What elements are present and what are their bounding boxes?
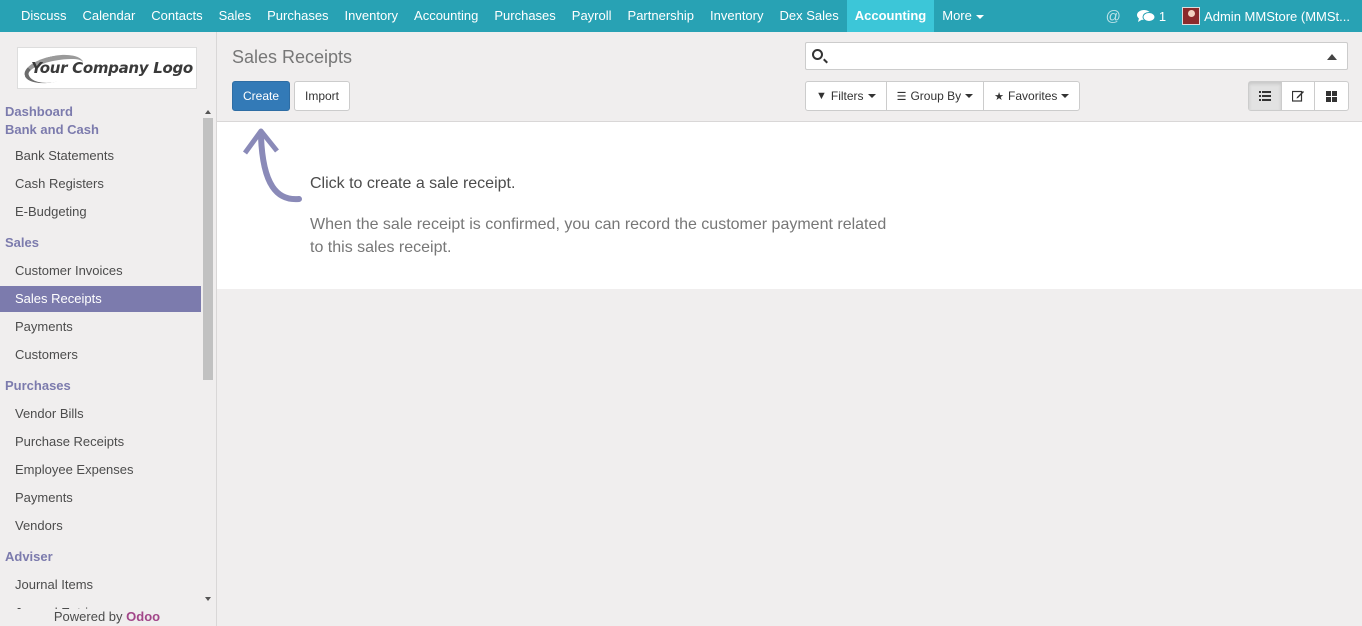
list-view-button[interactable] [1249, 82, 1282, 110]
scroll-down-icon[interactable] [205, 597, 211, 601]
sidebar-item-bank-statements[interactable]: Bank Statements [0, 143, 201, 169]
menu-item-inventory[interactable]: Inventory [702, 0, 771, 32]
sidebar-section-adviser[interactable]: Adviser [0, 542, 201, 570]
odoo-link[interactable]: Odoo [126, 609, 160, 624]
powered-prefix: Powered by [53, 609, 127, 624]
list-icon [1259, 91, 1271, 101]
sidebar-item-customers[interactable]: Customers [0, 342, 201, 368]
sidebar-item-e-budgeting[interactable]: E-Budgeting [0, 199, 201, 225]
filters-label: Filters [830, 89, 864, 103]
sidebar-item-payments[interactable]: Payments [0, 314, 201, 340]
favorites-button[interactable]: ★ Favorites [984, 82, 1079, 110]
chat-bubbles-icon [1136, 10, 1155, 22]
more-menu[interactable]: More [934, 0, 992, 32]
mention-button[interactable]: @ [1098, 0, 1129, 32]
helper-title: Click to create a sale receipt. [310, 175, 516, 192]
sidebar-scrollbar[interactable] [202, 106, 214, 606]
star-icon: ★ [994, 90, 1005, 103]
sidebar-item-purchase-receipts[interactable]: Purchase Receipts [0, 429, 201, 455]
chevron-down-icon [1061, 94, 1070, 98]
search-icon [812, 49, 823, 60]
kanban-view-button[interactable] [1315, 82, 1348, 110]
sidebar-item-customer-invoices[interactable]: Customer Invoices [0, 258, 201, 284]
scroll-up-icon[interactable] [205, 110, 211, 114]
avatar [1182, 7, 1201, 25]
sidebar-item-journal-items[interactable]: Journal Items [0, 572, 201, 598]
menu-item-inventory[interactable]: Inventory [337, 0, 406, 32]
menu-item-calendar[interactable]: Calendar [75, 0, 144, 32]
menu-item-purchases[interactable]: Purchases [486, 0, 563, 32]
app-menu: Discuss Calendar Contacts Sales Purchases Inv… [0, 0, 935, 32]
menu-item-accounting[interactable]: Accounting [406, 0, 486, 32]
systray: @ 1 Admin MMStore (MMSt... [1098, 0, 1362, 32]
sidebar-item-vendors[interactable]: Vendors [0, 513, 201, 539]
top-navbar: Discuss Calendar Contacts Sales Purchases Inv… [0, 0, 1362, 32]
group-by-button[interactable]: ☰ Group By [887, 82, 985, 110]
user-menu[interactable]: Admin MMStore (MMSt... [1174, 0, 1362, 32]
menu-item-accounting[interactable]: Accounting [846, 0, 935, 32]
sidebar-menu: Dashboard Bank and Cash Bank Statements Cas… [0, 104, 201, 626]
helper-body: When the sale receipt is confirmed, you … [310, 216, 887, 256]
sidebar-item-sales-receipts[interactable]: Sales Receipts [0, 286, 201, 312]
menu-item-contacts[interactable]: Contacts [143, 0, 210, 32]
message-count: 1 [1158, 8, 1167, 24]
sidebar-section-purchases[interactable]: Purchases [0, 371, 201, 399]
edit-icon [1292, 90, 1304, 102]
curved-arrow-icon [242, 128, 302, 203]
control-panel: Sales Receipts Create Import ▼ Filters ☰ G… [217, 32, 1362, 122]
search-input[interactable] [830, 46, 1310, 66]
company-logo[interactable]: Your Company Logo [17, 47, 197, 89]
chevron-down-icon [867, 94, 876, 98]
sidebar-section-dashboard[interactable]: Dashboard [0, 103, 201, 121]
menu-item-payroll[interactable]: Payroll [564, 0, 620, 32]
powered-by: Powered by Odoo [0, 609, 214, 626]
messages-button[interactable]: 1 [1129, 0, 1174, 32]
filters-button[interactable]: ▼ Filters [806, 82, 887, 110]
user-name: Admin MMStore (MMSt... [1204, 8, 1350, 24]
menu-item-dex-sales[interactable]: Dex Sales [772, 0, 847, 32]
chevron-down-icon [965, 94, 974, 98]
kanban-icon [1326, 90, 1337, 102]
group-by-label: Group By [910, 89, 962, 103]
chevron-down-icon [975, 14, 984, 19]
sidebar: Your Company Logo Dashboard Bank and Cash… [0, 32, 217, 626]
sidebar-item-employee-expenses[interactable]: Employee Expenses [0, 457, 201, 483]
view-switcher [1248, 81, 1349, 111]
funnel-icon: ▼ [816, 90, 827, 102]
more-label: More [942, 8, 972, 23]
import-button[interactable]: Import [294, 81, 350, 111]
sidebar-section-bank-and-cash[interactable]: Bank and Cash [0, 121, 201, 139]
menu-item-discuss[interactable]: Discuss [13, 0, 75, 32]
logo-text: Your Company Logo [31, 59, 193, 77]
create-button[interactable]: Create [232, 81, 290, 111]
sidebar-section-sales[interactable]: Sales [0, 228, 201, 256]
search-box [805, 42, 1348, 70]
menu-item-partnership[interactable]: Partnership [620, 0, 702, 32]
at-icon: @ [1105, 7, 1121, 25]
form-view-button[interactable] [1282, 82, 1315, 110]
bars-icon: ☰ [896, 90, 907, 103]
sidebar-item-payments[interactable]: Payments [0, 485, 201, 511]
sidebar-item-cash-registers[interactable]: Cash Registers [0, 171, 201, 197]
scrollbar-thumb[interactable] [203, 118, 213, 380]
menu-item-purchases[interactable]: Purchases [259, 0, 336, 32]
sidebar-item-vendor-bills[interactable]: Vendor Bills [0, 401, 201, 427]
search-filter-buttons: ▼ Filters ☰ Group By ★ Favorites [805, 81, 1081, 111]
search-options-toggle-icon[interactable] [1327, 54, 1337, 60]
no-content-helper: Click to create a sale receipt. When the… [217, 122, 1362, 289]
page-title: Sales Receipts [232, 47, 353, 67]
favorites-label: Favorites [1008, 89, 1058, 103]
menu-item-sales[interactable]: Sales [211, 0, 260, 32]
